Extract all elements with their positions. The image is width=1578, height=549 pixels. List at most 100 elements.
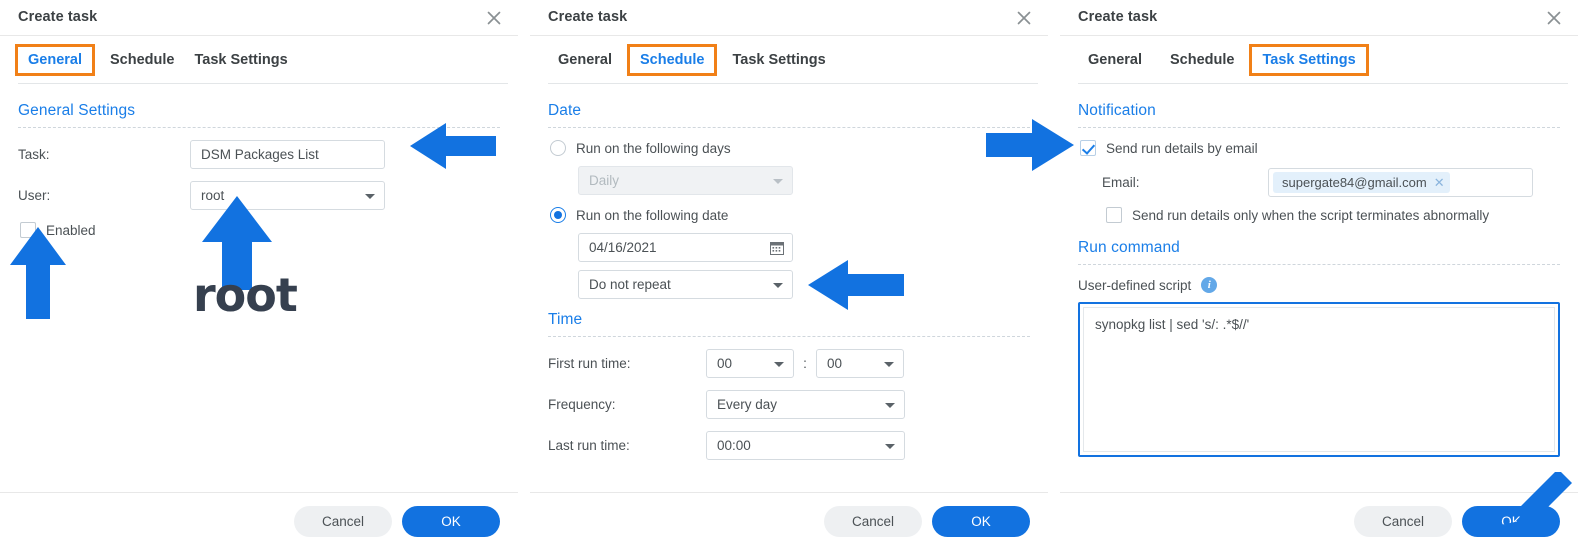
run-on-days-radio[interactable] xyxy=(550,140,566,156)
last-run-select[interactable]: 00:00 xyxy=(706,431,905,460)
email-tag: supergate84@gmail.com ✕ xyxy=(1273,172,1450,193)
task-label: Task: xyxy=(18,147,50,162)
repeat-select-value: Do not repeat xyxy=(589,277,671,292)
chevron-down-icon xyxy=(885,402,895,408)
frequency-select[interactable]: Every day xyxy=(706,390,905,419)
date-input-row: 04/16/2021 xyxy=(578,233,1030,262)
tab-bar: General Schedule Task Settings xyxy=(0,36,518,84)
calendar-icon[interactable] xyxy=(770,241,784,255)
section-divider xyxy=(1078,264,1560,265)
dialog-body-schedule: Date Run on the following days Daily Run… xyxy=(530,84,1048,492)
run-days-radio-row[interactable]: Run on the following days xyxy=(550,140,1030,156)
daily-select-row: Daily xyxy=(578,166,1030,195)
dialog-titlebar: Create task xyxy=(0,0,518,36)
last-run-value: 00:00 xyxy=(717,438,751,453)
first-run-time-label: First run time: xyxy=(548,356,631,371)
root-annotation-text: root xyxy=(193,268,298,322)
email-tag-text: supergate84@gmail.com xyxy=(1282,175,1427,190)
user-select-value: root xyxy=(201,188,225,203)
screenshot-root: Create task General Schedule Task Settin… xyxy=(0,0,1578,549)
run-on-date-label: Run on the following date xyxy=(576,207,729,223)
script-label-row: User-defined script i xyxy=(1078,277,1560,293)
section-divider xyxy=(548,127,1030,128)
tab-task-settings[interactable]: Task Settings xyxy=(722,47,835,73)
chevron-down-icon xyxy=(773,282,783,288)
abnormal-only-row[interactable]: Send run details only when the script te… xyxy=(1106,207,1560,223)
create-task-dialog-task-settings: Create task General Schedule Task Settin… xyxy=(1060,0,1578,549)
task-name-row: Task: DSM Packages List xyxy=(18,140,500,169)
dialog-titlebar: Create task xyxy=(1060,0,1578,36)
date-input[interactable]: 04/16/2021 xyxy=(578,233,793,262)
daily-select[interactable]: Daily xyxy=(578,166,793,195)
script-text: synopkg list | sed 's/: .*$//' xyxy=(1083,307,1555,452)
create-task-dialog-schedule: Create task General Schedule Task Settin… xyxy=(530,0,1048,549)
enabled-row[interactable]: Enabled xyxy=(20,222,500,238)
frequency-row: Frequency: Every day xyxy=(548,390,1030,419)
first-run-hour-select[interactable]: 00 xyxy=(706,349,794,378)
tab-schedule[interactable]: Schedule xyxy=(626,44,718,76)
run-on-days-label: Run on the following days xyxy=(576,140,731,156)
time-separator: : xyxy=(803,356,807,371)
abnormal-only-label: Send run details only when the script te… xyxy=(1132,207,1490,223)
close-small-icon[interactable]: ✕ xyxy=(1434,175,1445,191)
script-label: User-defined script xyxy=(1078,277,1192,293)
tab-general[interactable]: General xyxy=(1078,47,1152,73)
daily-select-value: Daily xyxy=(589,173,620,188)
ok-button[interactable]: OK xyxy=(402,505,500,537)
section-divider xyxy=(548,336,1030,337)
first-run-minute-value: 00 xyxy=(827,356,843,371)
tab-schedule[interactable]: Schedule xyxy=(100,47,184,73)
section-title-time: Time xyxy=(548,311,583,328)
repeat-select[interactable]: Do not repeat xyxy=(578,270,793,299)
section-divider xyxy=(1078,127,1560,128)
ok-button[interactable]: OK xyxy=(1462,505,1560,537)
send-email-checkbox[interactable] xyxy=(1080,140,1096,156)
section-title-date: Date xyxy=(548,102,582,119)
first-run-hour-value: 00 xyxy=(717,356,733,371)
run-on-date-radio[interactable] xyxy=(550,207,566,223)
cancel-button[interactable]: Cancel xyxy=(294,505,392,537)
close-icon[interactable] xyxy=(483,7,505,29)
chevron-down-icon xyxy=(885,443,895,449)
send-email-row[interactable]: Send run details by email xyxy=(1080,140,1560,156)
send-email-label: Send run details by email xyxy=(1106,140,1258,156)
frequency-label: Frequency: xyxy=(548,397,616,412)
ok-button[interactable]: OK xyxy=(932,505,1030,537)
tab-task-settings[interactable]: Task Settings xyxy=(1249,44,1369,76)
user-defined-script-textarea[interactable]: synopkg list | sed 's/: .*$//' xyxy=(1078,302,1560,457)
run-date-radio-row[interactable]: Run on the following date xyxy=(550,207,1030,223)
frequency-value: Every day xyxy=(717,397,778,412)
close-icon[interactable] xyxy=(1013,7,1035,29)
user-row: User: root xyxy=(18,181,500,210)
chevron-down-icon xyxy=(884,361,894,367)
enabled-checkbox[interactable] xyxy=(20,222,36,238)
tab-task-settings[interactable]: Task Settings xyxy=(184,47,297,73)
section-title-run-command: Run command xyxy=(1078,239,1180,256)
user-select[interactable]: root xyxy=(190,181,385,210)
tab-schedule[interactable]: Schedule xyxy=(1160,47,1244,73)
dialog-title: Create task xyxy=(548,9,628,25)
email-input[interactable]: supergate84@gmail.com ✕ xyxy=(1268,168,1533,197)
last-run-time-row: Last run time: 00:00 xyxy=(548,431,1030,460)
section-title-general-settings: General Settings xyxy=(18,102,136,119)
dialog-titlebar: Create task xyxy=(530,0,1048,36)
task-name-input[interactable]: DSM Packages List xyxy=(190,140,385,169)
dialog-title: Create task xyxy=(18,9,98,25)
enabled-label: Enabled xyxy=(46,222,96,238)
tab-general[interactable]: General xyxy=(15,44,95,76)
close-icon[interactable] xyxy=(1543,7,1565,29)
tab-general[interactable]: General xyxy=(548,47,622,73)
abnormal-only-checkbox[interactable] xyxy=(1106,207,1122,223)
first-run-minute-select[interactable]: 00 xyxy=(816,349,904,378)
dialog-footer: Cancel OK xyxy=(0,492,518,549)
tab-bar: General Schedule Task Settings xyxy=(1060,36,1578,84)
tab-bar: General Schedule Task Settings xyxy=(530,36,1048,84)
cancel-button[interactable]: Cancel xyxy=(824,505,922,537)
cancel-button[interactable]: Cancel xyxy=(1354,505,1452,537)
info-icon[interactable]: i xyxy=(1201,277,1218,293)
chevron-down-icon xyxy=(365,193,375,199)
email-row: Email: supergate84@gmail.com ✕ xyxy=(1102,168,1560,197)
section-divider xyxy=(18,127,500,128)
first-run-time-row: First run time: 00 : 00 xyxy=(548,349,1030,378)
dialog-footer: Cancel OK xyxy=(530,492,1048,549)
